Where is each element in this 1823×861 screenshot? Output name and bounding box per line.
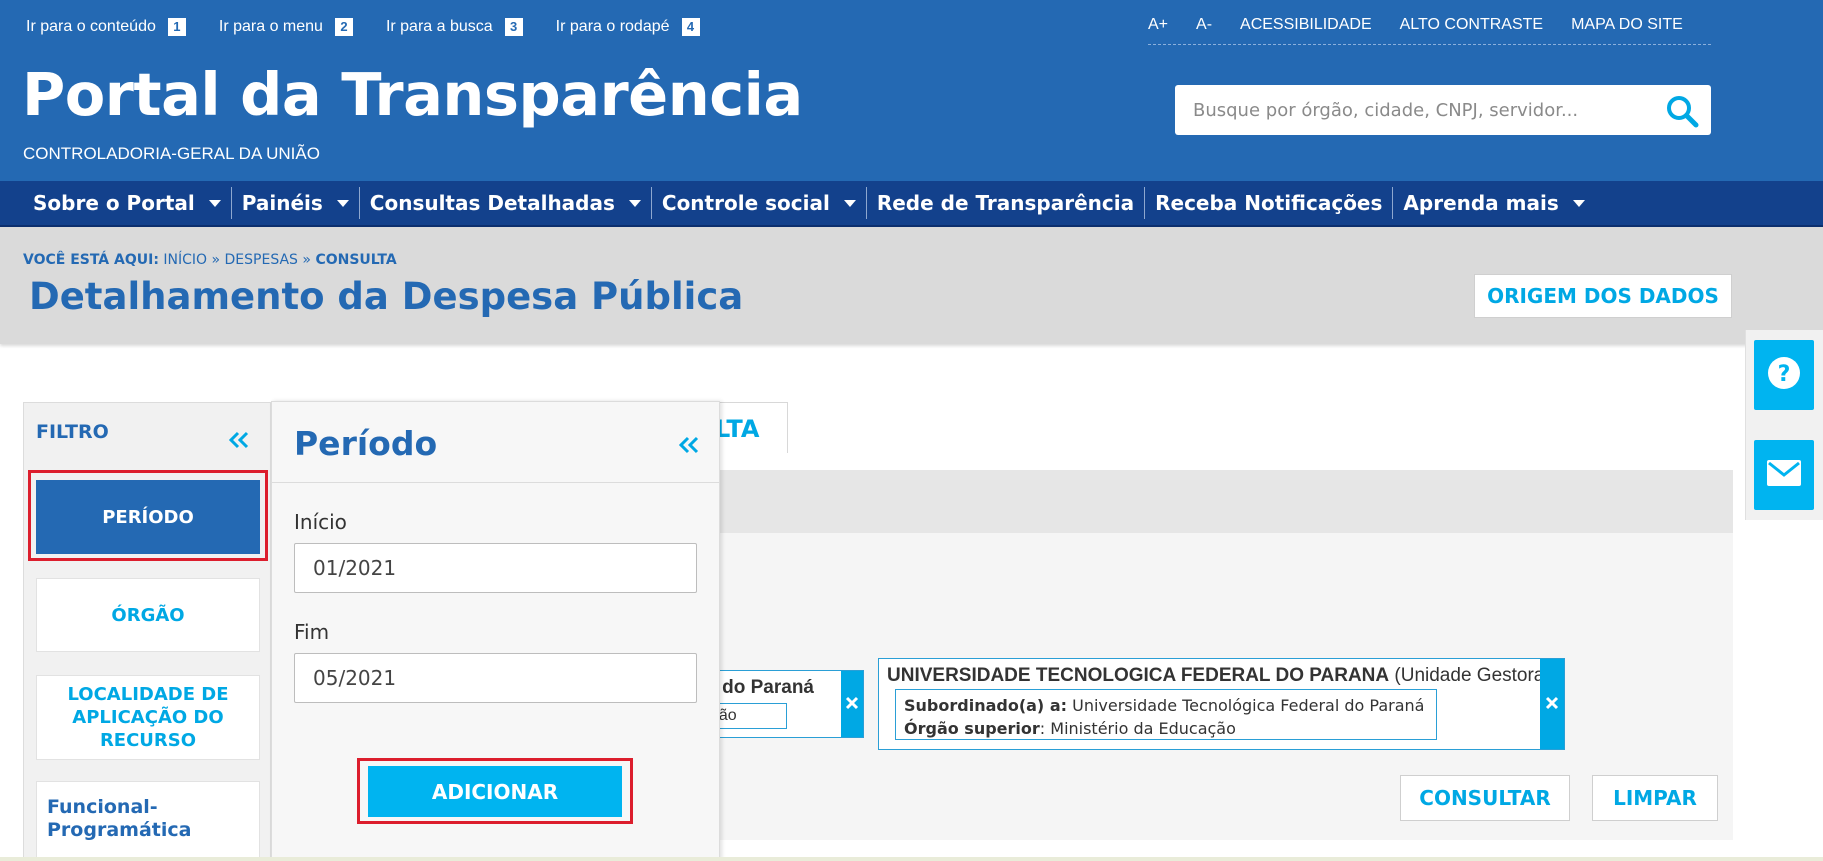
- origem-dos-dados-button[interactable]: ORIGEM DOS DADOS: [1474, 274, 1732, 318]
- question-icon: ?: [1766, 355, 1802, 395]
- nav-item-aprenda-mais[interactable]: Aprenda mais: [1393, 187, 1594, 219]
- caret-down-icon: [843, 199, 856, 207]
- filter-item-funcional-programatica[interactable]: Funcional-Programática: [36, 781, 260, 861]
- skip-to-menu-link[interactable]: Ir para o menu 2: [219, 18, 353, 36]
- site-header: Ir para o conteúdo 1 Ir para o menu 2 Ir p…: [0, 0, 1823, 181]
- page-bottom-edge: [0, 857, 1823, 861]
- skip-to-content-link[interactable]: Ir para o conteúdo 1: [26, 18, 186, 36]
- filter-chip-unidade-gestora: UNIVERSIDADE TECNOLOGICA FEDERAL DO PARA…: [878, 658, 1565, 750]
- remove-chip-button[interactable]: [841, 671, 863, 737]
- close-icon: [1545, 695, 1559, 714]
- skip-link-label: Ir para a busca: [385, 18, 493, 35]
- skip-link-label: Ir para o rodapé: [555, 18, 670, 35]
- page-title: Detalhamento da Despesa Pública: [29, 275, 744, 318]
- portal-logo-subtitle: CONTROLADORIA-GERAL DA UNIÃO: [23, 144, 320, 163]
- skip-to-search-link[interactable]: Ir para a busca 3: [386, 18, 523, 36]
- utility-bar: A+ A- ACESSIBILIDADE ALTO CONTRASTE MAPA…: [1148, 16, 1711, 45]
- orgao-superior-value: : Ministério da Educação: [1039, 719, 1236, 738]
- page-root: Ir para o conteúdo 1 Ir para o menu 2 Ir p…: [0, 0, 1823, 861]
- nav-item-label: Consultas Detalhadas: [369, 191, 615, 215]
- caret-down-icon: [336, 199, 349, 207]
- nav-item-label: Controle social: [661, 191, 830, 215]
- filter-item-label: Funcional-Programática: [47, 796, 192, 841]
- main-nav: Sobre o Portal Painéis Consultas Detalha…: [0, 181, 1823, 227]
- nav-item-controle-social[interactable]: Controle social: [652, 187, 866, 219]
- orgao-superior-label: Órgão superior: [904, 719, 1040, 738]
- skip-link-key: 3: [504, 18, 523, 36]
- nav-item-rede-de-transparencia[interactable]: Rede de Transparência: [867, 187, 1144, 219]
- fim-label: Fim: [294, 620, 330, 644]
- breadcrumb-item-despesas[interactable]: DESPESAS: [225, 252, 298, 268]
- font-decrease-link[interactable]: A-: [1196, 16, 1212, 34]
- subordinado-line: Subordinado(a) a: Universidade Tecnológi…: [904, 694, 1436, 717]
- svg-text:?: ?: [1778, 362, 1791, 387]
- consultar-button[interactable]: CONSULTAR: [1400, 775, 1570, 821]
- caret-down-icon: [1572, 199, 1585, 207]
- sitemap-link[interactable]: MAPA DO SITE: [1571, 16, 1683, 34]
- fim-input[interactable]: [294, 653, 697, 703]
- unit-type: (Unidade Gestora): [1394, 665, 1551, 686]
- filter-item-localidade[interactable]: LOCALIDADE DE APLICAÇÃO DO RECURSO: [36, 675, 260, 760]
- contact-button[interactable]: [1754, 440, 1814, 510]
- filter-item-orgao[interactable]: ÓRGÃO: [36, 578, 260, 652]
- filter-chip-title: UNIVERSIDADE TECNOLOGICA FEDERAL DO PARA…: [887, 665, 1551, 687]
- nav-item-label: Sobre o Portal: [33, 191, 195, 215]
- filter-title: FILTRO: [36, 421, 109, 443]
- breadcrumb-prefix: VOCÊ ESTÁ AQUI:: [23, 252, 159, 268]
- subordinado-value: Universidade Tecnológica Federal do Para…: [1072, 696, 1425, 715]
- caret-down-icon: [628, 199, 641, 207]
- help-button[interactable]: ?: [1754, 340, 1814, 410]
- consulta-panel-header: [700, 470, 1733, 533]
- high-contrast-link[interactable]: ALTO CONTRASTE: [1400, 16, 1543, 34]
- close-icon: [845, 694, 859, 715]
- breadcrumb-item-consulta: CONSULTA: [315, 252, 397, 268]
- collapse-panel-icon[interactable]: [678, 436, 699, 458]
- skip-link-key: 1: [167, 18, 186, 36]
- periodo-title: Período: [294, 424, 438, 463]
- font-increase-link[interactable]: A+: [1148, 16, 1168, 34]
- nav-item-paineis[interactable]: Painéis: [232, 187, 359, 219]
- nav-item-label: Aprenda mais: [1403, 191, 1559, 215]
- floating-actions: ?: [1745, 330, 1823, 520]
- filter-chip-orgao: al do Paraná ação: [700, 670, 864, 738]
- inicio-label: Início: [294, 510, 347, 534]
- search-box: [1175, 85, 1711, 135]
- breadcrumb-separator: »: [211, 252, 221, 268]
- skip-links: Ir para o conteúdo 1 Ir para o menu 2 Ir p…: [26, 18, 733, 36]
- nav-item-label: Painéis: [241, 191, 323, 215]
- skip-link-key: 4: [681, 18, 700, 36]
- highlight-periodo-filter: [28, 470, 268, 561]
- skip-link-label: Ir para o conteúdo: [26, 18, 156, 35]
- nav-item-label: Rede de Transparência: [876, 191, 1135, 215]
- search-input[interactable]: [1175, 85, 1645, 135]
- search-icon[interactable]: [1665, 94, 1699, 128]
- caret-down-icon: [208, 199, 221, 207]
- panel-divider: [272, 482, 719, 483]
- skip-link-key: 2: [334, 18, 353, 36]
- accessibility-link[interactable]: ACESSIBILIDADE: [1240, 16, 1372, 34]
- title-band: VOCÊ ESTÁ AQUI: INÍCIO » DESPESAS » CONS…: [0, 227, 1823, 344]
- skip-to-footer-link[interactable]: Ir para o rodapé 4: [556, 18, 700, 36]
- breadcrumb-item-inicio[interactable]: INÍCIO: [163, 252, 207, 268]
- nav-item-consultas-detalhadas[interactable]: Consultas Detalhadas: [360, 187, 651, 219]
- filter-chip-subinfo: Subordinado(a) a: Universidade Tecnológi…: [895, 689, 1437, 740]
- envelope-icon: [1766, 459, 1802, 491]
- orgao-superior-line: Órgão superior: Ministério da Educação: [904, 717, 1436, 740]
- skip-link-label: Ir para o menu: [218, 18, 323, 35]
- inicio-input[interactable]: [294, 543, 697, 593]
- subordinado-label: Subordinado(a) a:: [904, 696, 1068, 715]
- nav-item-receba-notificacoes[interactable]: Receba Notificações: [1145, 187, 1392, 219]
- nav-item-label: Receba Notificações: [1155, 191, 1383, 215]
- breadcrumb: VOCÊ ESTÁ AQUI: INÍCIO » DESPESAS » CONS…: [23, 252, 397, 268]
- limpar-button[interactable]: LIMPAR: [1592, 775, 1718, 821]
- remove-chip-button[interactable]: [1540, 659, 1564, 749]
- collapse-filter-icon[interactable]: [228, 431, 249, 453]
- breadcrumb-separator: »: [302, 252, 311, 268]
- portal-logo-title[interactable]: Portal da Transparência: [22, 60, 803, 130]
- nav-item-sobre-o-portal[interactable]: Sobre o Portal: [23, 187, 231, 219]
- unit-name: UNIVERSIDADE TECNOLOGICA FEDERAL DO PARA…: [887, 665, 1390, 686]
- highlight-adicionar-button: [357, 758, 633, 824]
